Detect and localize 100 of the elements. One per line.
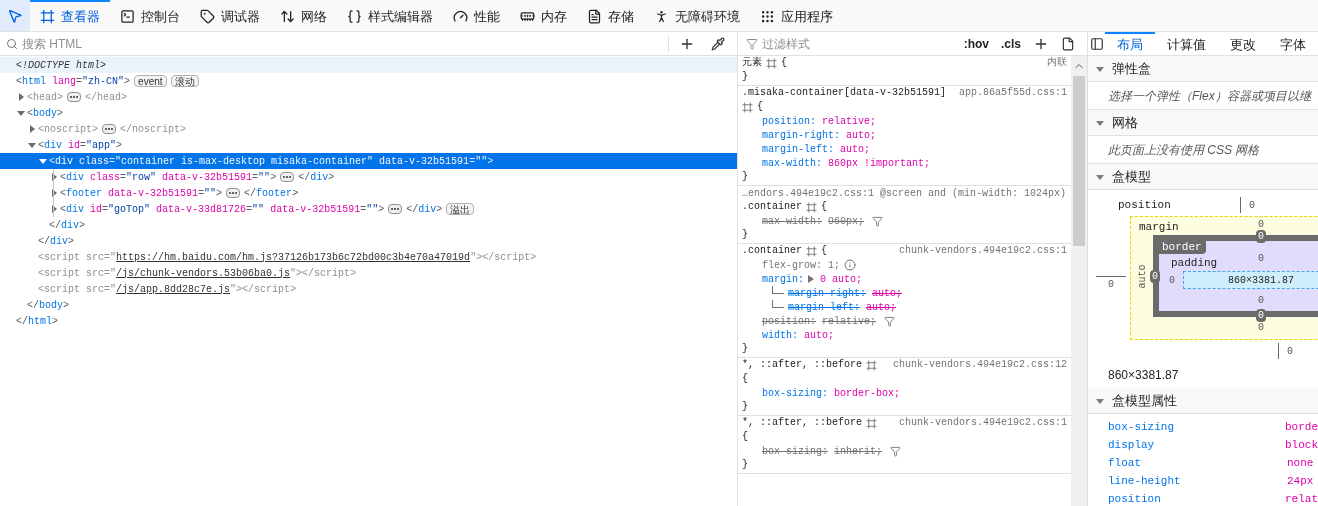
devtools-tab[interactable]: 控制台 [110,0,190,31]
frame-icon[interactable] [866,359,878,371]
markup-row[interactable]: <div class="row" data-v-32b51591=""> </div> [0,169,737,185]
ellipsis-button[interactable] [280,172,295,182]
css-property[interactable]: margin-left: [788,299,860,315]
css-property[interactable]: margin-right: [762,127,840,143]
property-value[interactable]: 24px [1287,472,1314,490]
ellipsis-button[interactable] [67,92,82,102]
box-value[interactable]: 0 [1258,251,1264,271]
markup-row[interactable]: <html lang="zh-CN"> event 滚动 [0,73,737,89]
toggle-button[interactable]: :hov [959,34,993,53]
property-value[interactable]: block [1285,436,1318,454]
node-badge[interactable]: 滚动 [170,75,199,87]
css-value[interactable]: 860px !important; [828,155,931,171]
devtools-tab[interactable]: 无障碍环境 [644,0,750,31]
frame-icon[interactable] [806,245,817,257]
property-value[interactable]: borde [1285,418,1318,436]
css-value[interactable]: relative; [822,313,877,329]
url-link[interactable]: /js/chunk-vendors.53b06ba0.js [116,267,291,279]
twisty-icon[interactable] [1096,118,1104,127]
filter-icon[interactable] [884,315,896,327]
css-value[interactable]: border-box; [834,385,901,401]
markup-row[interactable]: <!DOCTYPE html> [0,57,737,73]
css-value[interactable]: 960px; [828,213,865,229]
markup-row[interactable]: <footer data-v-32b51591=""> </footer> [0,185,737,201]
box-value[interactable]: 0 [1169,272,1175,288]
box-value[interactable]: auto [1134,264,1150,288]
frame-icon[interactable] [806,201,817,213]
css-property[interactable]: width: [762,327,798,343]
box-value[interactable]: 0 [1256,230,1266,243]
css-value[interactable]: 1; [828,257,841,273]
twisty-icon[interactable] [50,173,58,181]
twisty-icon[interactable] [50,205,58,213]
content-box[interactable]: 860×3381.87 [1183,271,1318,289]
section-header[interactable]: 盒模型 [1088,164,1318,190]
css-value[interactable]: auto; [872,285,903,301]
scrollbar[interactable] [1071,56,1087,506]
box-value[interactable]: 0 [1108,277,1114,292]
info-icon[interactable] [844,259,857,271]
frame-icon[interactable] [742,101,753,113]
sidebar-tab[interactable]: 更改 [1218,32,1268,55]
rule-source[interactable]: chunk-vendors.494e19c2.css:12 [892,358,1067,372]
css-property[interactable]: max-width: [762,213,822,229]
filter-field[interactable]: 过滤样式 [762,34,956,53]
twisty-icon[interactable] [1096,64,1104,73]
twisty-icon[interactable] [17,109,25,117]
css-property[interactable]: max-width: [762,155,822,171]
rule-source[interactable]: chunk-vendors.494e19c2.css:1 [898,416,1067,430]
rule-source[interactable]: 内联 [1047,56,1067,70]
url-link[interactable]: https://hm.baidu.com/hm.js?37126b173b6c72bd00c3b4e70a47019d [116,251,471,263]
url-link[interactable]: /js/app.8dd28c7e.js [116,283,231,295]
markup-row[interactable]: <div id="app"> [0,137,737,153]
ellipsis-button[interactable] [388,204,403,214]
twisty-icon[interactable] [28,141,36,149]
sidebar-tab[interactable]: 计算值 [1155,32,1218,55]
css-value[interactable]: auto; [866,299,897,315]
css-value[interactable]: auto; [804,327,835,343]
devtools-tab[interactable]: 调试器 [190,0,270,31]
markup-row[interactable]: <div id="goTop" data-v-33d81726="" data-v-32b51591=""> </div> 溢出 [0,201,737,217]
markup-row[interactable]: <head> </head> [0,89,737,105]
box-value[interactable]: 0 [1150,269,1160,283]
ellipsis-button[interactable] [102,124,117,134]
property-value[interactable]: none [1287,454,1314,472]
css-value[interactable]: auto; [846,127,877,143]
markup-row[interactable]: <script src="https://hm.baidu.com/hm.js?37126b173b6c72bd00c3b4e70a47019d"></script> [0,249,737,265]
sidebar-tab[interactable]: 字体 [1268,32,1318,55]
node-badge[interactable]: event [134,75,167,87]
markup-row[interactable]: <div class="container is-max-desktop misaka-container" data-v-32b51591=""> [0,153,737,169]
box-value[interactable]: 0 [1256,309,1266,322]
css-value[interactable]: auto; [840,141,871,157]
section-header[interactable]: 网格 [1088,110,1318,136]
twisty-icon[interactable] [50,189,58,197]
css-property[interactable]: margin-left: [762,141,834,157]
element-picker-button[interactable] [0,0,30,31]
devtools-tab[interactable]: 查看器 [30,0,110,31]
property-value[interactable]: relat [1285,490,1318,506]
eyedropper-icon[interactable] [711,36,725,51]
css-value[interactable]: 0 auto; [820,271,863,287]
frame-icon[interactable] [866,417,878,429]
twisty-icon[interactable] [1096,396,1104,405]
css-property[interactable]: margin-right: [788,285,866,301]
twisty-icon[interactable] [1096,172,1104,181]
expander-icon[interactable] [808,275,814,283]
rule-source[interactable]: app.86a5f55d.css:1 [958,86,1067,100]
css-property[interactable]: margin: [762,271,804,287]
rule-source[interactable]: …endors.494e19c2.css:1 @screen and (min-width: 1024px) [742,185,1067,201]
markup-row[interactable]: <script src="/js/app.8dd28c7e.js"></script> [0,281,737,297]
css-property[interactable]: position: [762,313,816,329]
box-value[interactable]: 0 [1287,343,1293,359]
ellipsis-button[interactable] [226,188,241,198]
frame-icon[interactable] [766,57,777,69]
twisty-icon[interactable] [17,93,25,101]
filter-icon[interactable] [890,445,902,457]
devtools-tab[interactable]: 应用程序 [750,0,843,31]
search-field[interactable]: 搜索 HTML [22,34,664,53]
css-property[interactable]: position: [762,113,816,129]
document-icon[interactable] [1061,36,1075,51]
css-property[interactable]: flex-grow: [762,257,822,273]
css-value[interactable]: relative; [822,113,877,129]
css-property[interactable]: box-sizing: [762,385,828,401]
